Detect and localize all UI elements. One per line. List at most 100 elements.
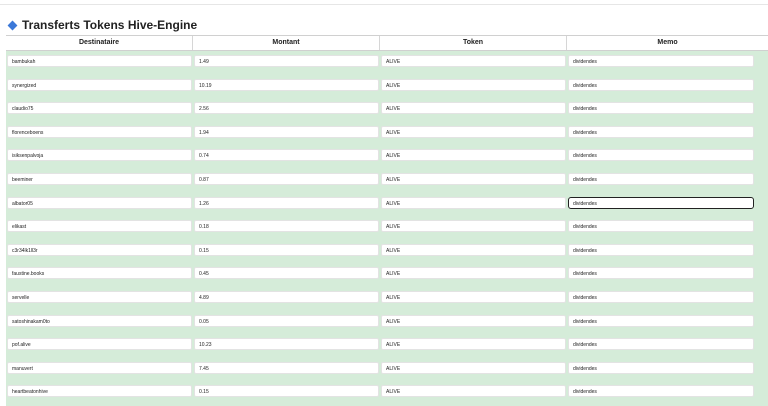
recipient-field[interactable]: claudio75 — [7, 102, 192, 115]
memo-field[interactable]: dividendes — [568, 102, 754, 115]
recipient-field[interactable]: elikast — [7, 220, 192, 233]
memo-field[interactable]: dividendes — [568, 78, 754, 91]
table-body: bambukah 1.49 ALIVE dividendes synergized 10.… — [6, 51, 768, 405]
amount-field[interactable]: 0.87 — [194, 172, 379, 185]
amount-field[interactable]: 0.05 — [194, 314, 379, 327]
recipient-field[interactable]: bambukah — [7, 55, 192, 67]
table-row: satoshinakam0to 0.05 ALIVE dividendes — [6, 311, 768, 335]
amount-field[interactable]: 0.74 — [194, 149, 379, 162]
amount-field[interactable]: 7.45 — [194, 361, 379, 374]
column-header-memo: Memo — [657, 39, 678, 46]
column-header-token: Token — [380, 36, 567, 50]
table-cell: ALIVE — [380, 145, 567, 162]
table-cell: dividendes — [567, 51, 755, 67]
table-cell: 1.94 — [193, 122, 380, 138]
table-header: Destinataire Montant Token Memo — [6, 35, 768, 51]
amount-field[interactable]: 10.23 — [194, 338, 379, 351]
token-field[interactable]: ALIVE — [381, 196, 566, 209]
amount-field[interactable]: 1.49 — [194, 55, 379, 67]
table-cell: manuvert — [6, 358, 193, 374]
token-field[interactable]: ALIVE — [381, 172, 566, 185]
table-cell: pof.alive — [6, 334, 193, 351]
amount-field[interactable]: 1.94 — [194, 125, 379, 138]
token-field[interactable]: ALIVE — [381, 55, 566, 67]
amount-field[interactable]: 0.45 — [194, 267, 379, 280]
table-cell: satoshinakam0to — [6, 311, 193, 327]
recipient-field[interactable]: albator05 — [7, 196, 192, 209]
table-cell: dividendes — [567, 216, 755, 233]
memo-field[interactable]: dividendes — [568, 196, 754, 209]
recipient-field[interactable]: isiksenpalvoja — [7, 149, 192, 162]
recipient-field[interactable]: servelle — [7, 290, 192, 303]
memo-field[interactable]: dividendes — [568, 243, 754, 256]
memo-field[interactable]: dividendes — [568, 55, 754, 67]
amount-field[interactable]: 0.15 — [194, 243, 379, 256]
column-header-recipient: Destinataire — [6, 36, 193, 50]
token-field[interactable]: ALIVE — [381, 220, 566, 233]
recipient-field[interactable]: florenceboens — [7, 125, 192, 138]
table-row: faustine.books 0.45 ALIVE dividendes — [6, 263, 768, 287]
table-cell: ALIVE — [380, 98, 567, 115]
table-cell: 0.15 — [193, 381, 380, 398]
token-field[interactable]: ALIVE — [381, 149, 566, 162]
recipient-field[interactable]: beeminer — [7, 172, 192, 185]
recipient-field[interactable]: manuvert — [7, 361, 192, 374]
table-row: synergized 10.19 ALIVE dividendes — [6, 75, 768, 99]
table-row: servelle 4.89 ALIVE dividendes — [6, 287, 768, 311]
table-cell: ALIVE — [380, 75, 567, 91]
table-cell: ALIVE — [380, 216, 567, 233]
amount-field[interactable]: 0.18 — [194, 220, 379, 233]
table-cell: ALIVE — [380, 240, 567, 256]
recipient-field[interactable]: pof.alive — [7, 338, 192, 351]
amount-field[interactable]: 2.56 — [194, 102, 379, 115]
amount-field[interactable]: 4.89 — [194, 290, 379, 303]
memo-field[interactable]: dividendes — [568, 385, 754, 398]
table-cell: 4.89 — [193, 287, 380, 303]
table-cell: beeminer — [6, 169, 193, 185]
token-field[interactable]: ALIVE — [381, 385, 566, 398]
recipient-field[interactable]: faustine.books — [7, 267, 192, 280]
table-row: elikast 0.18 ALIVE dividendes — [6, 216, 768, 240]
memo-field[interactable]: dividendes — [568, 314, 754, 327]
memo-field[interactable]: dividendes — [568, 149, 754, 162]
table-cell: 1.26 — [193, 193, 380, 209]
recipient-field[interactable]: satoshinakam0to — [7, 314, 192, 327]
token-field[interactable]: ALIVE — [381, 267, 566, 280]
table-cell: dividendes — [567, 263, 755, 280]
memo-field[interactable]: dividendes — [568, 172, 754, 185]
table-cell: synergized — [6, 75, 193, 91]
table-cell: dividendes — [567, 98, 755, 115]
memo-field[interactable]: dividendes — [568, 361, 754, 374]
table-cell: 0.87 — [193, 169, 380, 185]
memo-field[interactable]: dividendes — [568, 220, 754, 233]
table-cell: 7.45 — [193, 358, 380, 374]
table-row: manuvert 7.45 ALIVE dividendes — [6, 358, 768, 382]
token-field[interactable]: ALIVE — [381, 361, 566, 374]
table-cell: 1.49 — [193, 51, 380, 67]
memo-field[interactable]: dividendes — [568, 338, 754, 351]
recipient-field[interactable]: heartbeatonhive — [7, 385, 192, 398]
table-cell: ALIVE — [380, 358, 567, 374]
token-field[interactable]: ALIVE — [381, 290, 566, 303]
table-cell: dividendes — [567, 75, 755, 91]
amount-field[interactable]: 1.26 — [194, 196, 379, 209]
token-field[interactable]: ALIVE — [381, 314, 566, 327]
token-field[interactable]: ALIVE — [381, 243, 566, 256]
table-cell: dividendes — [567, 334, 755, 351]
memo-field[interactable]: dividendes — [568, 267, 754, 280]
amount-field[interactable]: 0.15 — [194, 385, 379, 398]
table-row: pof.alive 10.23 ALIVE dividendes — [6, 334, 768, 358]
token-field[interactable]: ALIVE — [381, 125, 566, 138]
memo-field[interactable]: dividendes — [568, 125, 754, 138]
page-header: Transferts Tokens Hive-Engine — [0, 13, 768, 37]
memo-field[interactable]: dividendes — [568, 290, 754, 303]
recipient-field[interactable]: synergized — [7, 78, 192, 91]
recipient-field[interactable]: c3r34lk1ll3r — [7, 243, 192, 256]
token-field[interactable]: ALIVE — [381, 78, 566, 91]
table-cell: 0.18 — [193, 216, 380, 233]
table-cell: bambukah — [6, 51, 193, 67]
token-field[interactable]: ALIVE — [381, 102, 566, 115]
token-field[interactable]: ALIVE — [381, 338, 566, 351]
top-bar — [0, 0, 768, 5]
amount-field[interactable]: 10.19 — [194, 78, 379, 91]
